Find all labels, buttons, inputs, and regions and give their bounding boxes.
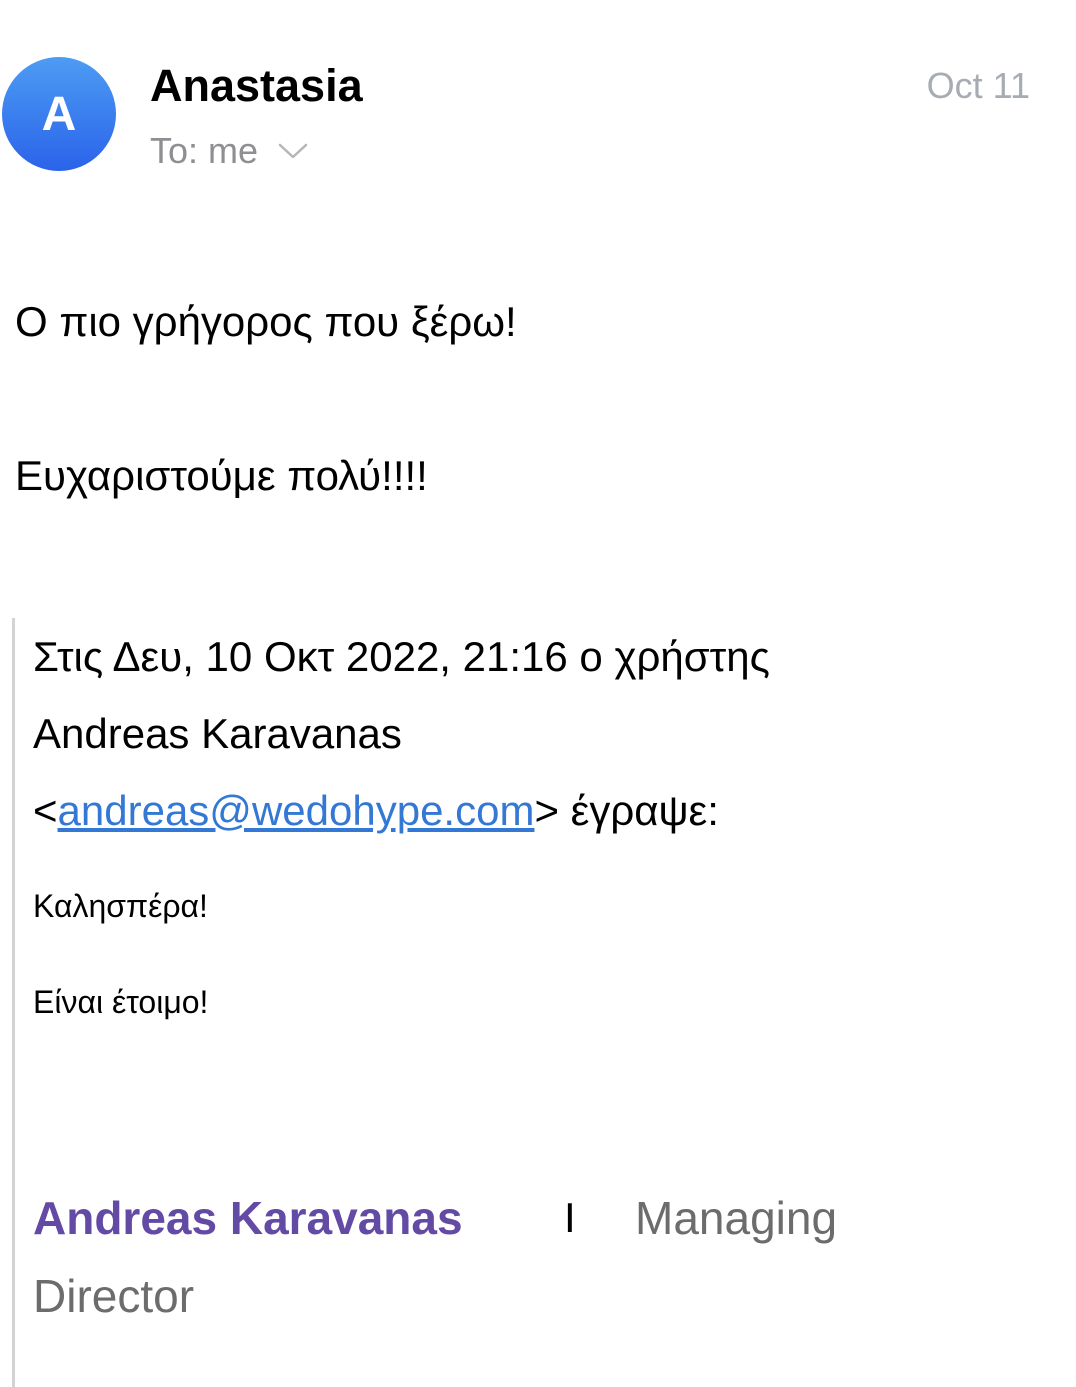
message-body-line: Ευχαριστούμε πολύ!!!! <box>15 452 428 499</box>
email-link[interactable]: andreas@wedohype.com <box>58 787 535 834</box>
quote-header-email-line: <andreas@wedohype.com> έγραψε: <box>33 772 1033 849</box>
sender-name[interactable]: Anastasia <box>150 58 363 114</box>
signature-title: Managing <box>635 1192 838 1244</box>
chevron-down-icon[interactable] <box>278 141 308 161</box>
signature-separator: I <box>564 1194 576 1241</box>
quoted-message: Στις Δευ, 10 Οκτ 2022, 21:16 ο χρήστης A… <box>12 618 1055 1387</box>
avatar-letter: A <box>41 87 77 141</box>
signature-title: Director <box>33 1270 195 1322</box>
recipient-label: To: me <box>150 130 259 171</box>
quote-header: Στις Δευ, 10 Οκτ 2022, 21:16 ο χρήστης A… <box>33 618 1033 849</box>
message-body-line: Ο πιο γρήγορος που ξέρω! <box>15 298 517 345</box>
recipient-details-toggle[interactable]: To: me <box>150 128 308 174</box>
email-close-text: > έγραψε: <box>534 787 719 834</box>
quote-header-author: Andreas Karavanas <box>33 710 402 757</box>
quote-ready: Είναι έτοιμο! <box>33 984 209 1020</box>
avatar[interactable]: A <box>2 57 116 171</box>
quote-greeting: Καλησπέρα! <box>33 888 208 924</box>
email-open-bracket: < <box>33 787 58 834</box>
message-date: Oct 11 <box>926 65 1030 106</box>
quote-header-date: Στις Δευ, 10 Οκτ 2022, 21:16 ο χρήστης <box>33 633 770 680</box>
signature-name: Andreas Karavanas <box>33 1192 463 1244</box>
